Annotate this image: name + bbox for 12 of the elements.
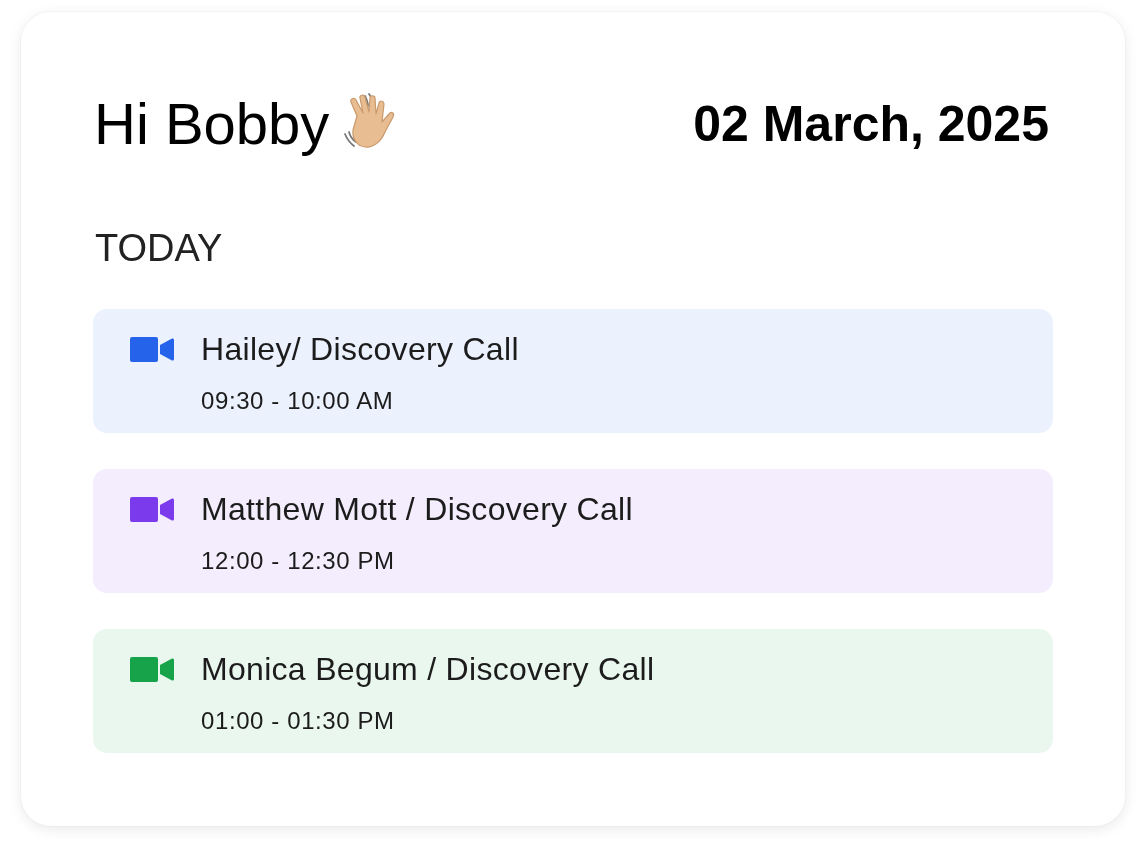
event-time: 12:00 - 12:30 PM	[201, 547, 396, 575]
event-card[interactable]: Matthew Mott / Discovery Call 12:00 - 12:30 PM	[93, 469, 1053, 593]
event-card[interactable]: Monica Begum / Discovery Call 01:00 - 01:30 PM	[93, 629, 1053, 753]
event-title: Monica Begum / Discovery Call	[201, 650, 655, 688]
greeting-heading: Hi Bobby	[93, 90, 330, 158]
date-heading: 02 March, 2025	[693, 95, 1049, 154]
event-time: 01:00 - 01:30 PM	[201, 707, 396, 735]
event-card[interactable]: Hailey/ Discovery Call 09:30 - 10:00 AM	[93, 309, 1053, 433]
event-title: Hailey/ Discovery Call	[201, 330, 519, 368]
event-title: Matthew Mott / Discovery Call	[201, 490, 633, 528]
event-time: 09:30 - 10:00 AM	[201, 387, 395, 415]
section-title: TODAY	[94, 226, 224, 270]
